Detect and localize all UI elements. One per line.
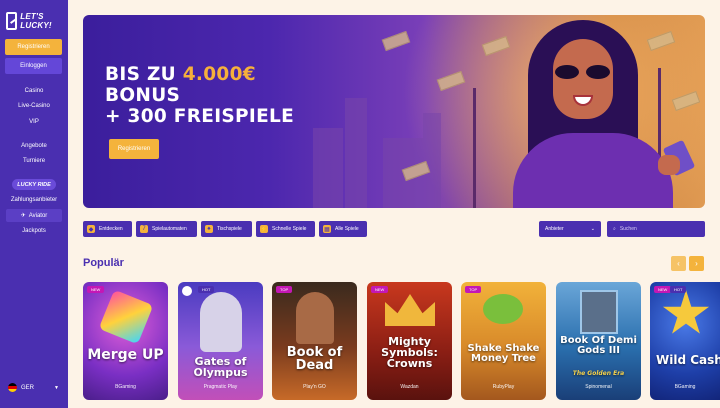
plane-icon: ✈ bbox=[20, 213, 26, 219]
sidebar-item-lucky-ride[interactable]: LUCKY RIDE bbox=[12, 179, 56, 190]
chevron-down-icon: ⌄ bbox=[590, 226, 595, 232]
logo-icon bbox=[6, 12, 18, 30]
chip-label: Tischspiele bbox=[217, 226, 242, 232]
game-provider: Wazdan bbox=[400, 384, 419, 390]
palm-tree-image bbox=[473, 88, 476, 208]
logo[interactable]: LET'S LUCKY! bbox=[6, 6, 62, 36]
provider-select[interactable]: Anbieter ⌄ bbox=[539, 221, 601, 237]
hero-register-button[interactable]: Registrieren bbox=[109, 139, 159, 159]
game-title: Mighty Symbols: Crowns bbox=[381, 335, 438, 370]
hero-headline: BIS ZU 4.000€ BONUS + 300 FREISPIELE bbox=[105, 64, 294, 127]
filter-chip-schnelle-spiele[interactable]: ⚡ Schnelle Spiele bbox=[256, 221, 315, 237]
table-icon: ♠ bbox=[205, 225, 213, 233]
filter-chip-tischspiele[interactable]: ♠ Tischspiele bbox=[201, 221, 252, 237]
sidebar-item-casino[interactable]: Casino bbox=[0, 88, 68, 94]
game-card-shake-shake-money-tree[interactable]: TOP Shake Shake Money Tree RubyPlay bbox=[461, 282, 546, 400]
provider-logo-icon bbox=[182, 286, 192, 296]
german-flag-icon bbox=[8, 383, 17, 392]
game-card-wild-cash-x9990[interactable]: NEW HOT Wild Cash x9990 BGaming bbox=[650, 282, 720, 400]
carousel-next-button[interactable]: › bbox=[689, 256, 704, 271]
lightning-icon: ⚡ bbox=[260, 225, 268, 233]
gem-image bbox=[98, 289, 154, 345]
search-icon: ⌕ bbox=[613, 226, 616, 232]
game-provider: Spinomenal bbox=[585, 384, 612, 390]
filter-chip-spielautomaten[interactable]: 7 Spielautomaten bbox=[136, 221, 197, 237]
filter-chip-alle-spiele[interactable]: ▦ Alle Spiele bbox=[319, 221, 367, 237]
badge-hot: HOT bbox=[670, 286, 687, 293]
game-card-merge-up[interactable]: NEW Merge UP BGaming bbox=[83, 282, 168, 400]
badge-top: TOP bbox=[276, 286, 293, 293]
chip-label: Entdecken bbox=[99, 226, 123, 232]
game-card-book-of-demi-gods-iii[interactable]: Book Of Demi Gods III The Golden Era Spi… bbox=[556, 282, 641, 400]
register-button[interactable]: Registrieren bbox=[5, 39, 62, 55]
badge-new: NEW bbox=[371, 286, 389, 293]
hero-line3: + 300 FREISPIELE bbox=[105, 106, 295, 127]
badge-hot: HOT bbox=[198, 286, 215, 293]
game-subtitle: The Golden Era bbox=[572, 370, 625, 377]
game-card-book-of-dead[interactable]: TOP Book of Dead Play'n GO bbox=[272, 282, 357, 400]
sidebar: LET'S LUCKY! Registrieren Einloggen Casi… bbox=[0, 0, 68, 408]
game-title: Shake Shake Money Tree bbox=[467, 343, 540, 364]
game-title: Book of Dead bbox=[286, 345, 343, 373]
zeus-image bbox=[200, 292, 242, 352]
game-title: Merge UP bbox=[87, 347, 164, 363]
game-provider: RubyPlay bbox=[492, 384, 515, 390]
sidebar-item-turniere[interactable]: Turniere bbox=[0, 158, 68, 164]
hand-image bbox=[658, 155, 680, 175]
chip-label: Alle Spiele bbox=[335, 226, 359, 232]
language-label: GER bbox=[21, 384, 35, 391]
hero-bonus-amount: 4.000€ bbox=[182, 64, 256, 85]
woman-face bbox=[553, 39, 613, 119]
game-title: Book Of Demi Gods III bbox=[560, 335, 637, 356]
star-image bbox=[662, 290, 710, 334]
chip-label: Schnelle Spiele bbox=[272, 226, 307, 232]
book-image bbox=[580, 290, 618, 334]
badge-new: NEW bbox=[654, 286, 672, 293]
search-input[interactable]: ⌕ Suchen bbox=[607, 221, 705, 237]
chevron-left-icon: ‹ bbox=[677, 259, 680, 268]
filter-chip-entdecken[interactable]: ◆ Entdecken bbox=[83, 221, 132, 237]
game-title: Wild Cash x9990 bbox=[656, 353, 720, 367]
sidebar-item-zahlungsanbieter[interactable]: Zahlungsanbieter bbox=[0, 197, 68, 203]
game-provider: BGaming bbox=[674, 384, 696, 390]
game-card-gates-of-olympus[interactable]: HOT Gates of Olympus Pragmatic Play bbox=[178, 282, 263, 400]
game-card-mighty-symbols-crowns[interactable]: NEW Mighty Symbols: Crowns Wazdan bbox=[367, 282, 452, 400]
provider-label: Anbieter bbox=[545, 226, 564, 232]
carousel-prev-button[interactable]: ‹ bbox=[671, 256, 686, 271]
sidebar-item-vip[interactable]: VIP bbox=[0, 119, 68, 125]
chip-label: Spielautomaten bbox=[152, 226, 187, 232]
adventurer-image bbox=[296, 292, 334, 344]
chevron-right-icon: › bbox=[695, 259, 698, 268]
section-title-popular: Populär bbox=[83, 257, 124, 269]
sunglasses-image bbox=[555, 65, 611, 79]
hero-line2: BONUS bbox=[105, 85, 181, 106]
sidebar-item-aviator[interactable]: ✈ Aviator bbox=[6, 209, 62, 222]
aviator-label: Aviator bbox=[28, 212, 48, 219]
login-button[interactable]: Einloggen bbox=[5, 58, 62, 74]
sidebar-item-jackpots[interactable]: Jackpots bbox=[0, 228, 68, 234]
sidebar-item-live-casino[interactable]: Live-Casino bbox=[0, 103, 68, 109]
sidebar-item-angebote[interactable]: Angebote bbox=[0, 143, 68, 149]
search-placeholder: Suchen bbox=[619, 226, 637, 232]
money-tree-image bbox=[483, 294, 523, 324]
woman-body bbox=[513, 133, 673, 208]
game-provider: Pragmatic Play bbox=[203, 384, 238, 390]
discover-icon: ◆ bbox=[87, 225, 95, 233]
game-provider: BGaming bbox=[115, 384, 136, 390]
hero-line1-prefix: BIS ZU bbox=[105, 64, 183, 85]
building-image bbox=[345, 98, 367, 208]
logo-text: LET'S LUCKY! bbox=[20, 12, 52, 30]
chevron-down-icon: ▼ bbox=[54, 384, 59, 391]
hero-banner[interactable]: BIS ZU 4.000€ BONUS + 300 FREISPIELE Reg… bbox=[83, 15, 705, 208]
language-selector[interactable]: GER ▼ bbox=[8, 383, 59, 392]
game-title: Gates of Olympus bbox=[193, 355, 248, 379]
game-provider: Play'n GO bbox=[303, 384, 326, 390]
all-games-icon: ▦ bbox=[323, 225, 331, 233]
crown-image bbox=[385, 294, 435, 326]
slot-icon: 7 bbox=[140, 225, 148, 233]
badge-new: NEW bbox=[87, 286, 105, 293]
badge-top: TOP bbox=[465, 286, 482, 293]
building-image bbox=[313, 128, 343, 208]
